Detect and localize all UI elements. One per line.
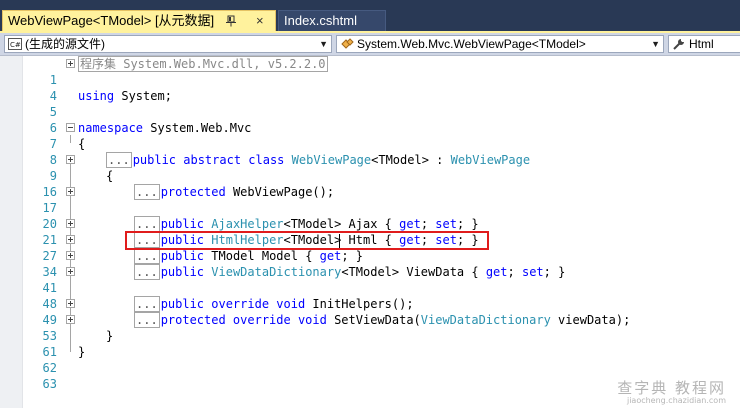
code-editor[interactable]: 1 程序集 System.Web.Mvc.dll, v5.2.2.0 4 5 u…	[0, 56, 740, 408]
collapsed-region[interactable]: ...	[106, 152, 132, 168]
code-line[interactable]: 34 ... public TModel Model { get; }	[0, 248, 740, 279]
watermark-url: jiaocheng.chazidian.com	[626, 396, 726, 405]
code-text: ... public abstract class WebViewPage<TMo…	[106, 152, 531, 168]
expand-icon[interactable]	[66, 219, 75, 228]
collapsed-region[interactable]: ...	[134, 184, 160, 200]
watermark-title: 查字典 教程网	[617, 379, 726, 397]
collapsed-region[interactable]: ...	[134, 264, 160, 280]
code-line[interactable]: 5 using System;	[0, 88, 740, 119]
collapsed-region[interactable]: ...	[134, 232, 160, 248]
code-line[interactable]: 41 ... public ViewDataDictionary<TModel> …	[0, 264, 740, 295]
csharp-file-icon: C#	[8, 38, 22, 50]
code-text: ... public AjaxHelper<TModel> Ajax { get;…	[134, 216, 479, 232]
code-line[interactable]: 7 namespace System.Web.Mvc	[0, 120, 740, 151]
expand-icon[interactable]	[66, 187, 75, 196]
text-caret	[339, 234, 340, 248]
collapsed-region[interactable]: ...	[134, 296, 160, 312]
watermark: 查字典 教程网 jiaocheng.chazidian.com	[617, 377, 726, 405]
member-label: Html	[689, 37, 714, 51]
code-text: ... public ViewDataDictionary<TModel> Vie…	[134, 264, 566, 280]
tab-label: WebViewPage<TModel> [从元数据]	[8, 13, 215, 28]
code-line[interactable]: 4	[0, 72, 740, 103]
type-dropdown[interactable]: System.Web.Mvc.WebViewPage<TModel> ▼	[336, 35, 664, 53]
collapsed-region[interactable]: ...	[134, 216, 160, 232]
svg-text:C#: C#	[10, 41, 21, 49]
code-text: ... public TModel Model { get; }	[134, 248, 364, 264]
member-dropdown[interactable]: Html	[668, 35, 740, 53]
code-line[interactable]: 16 {	[0, 168, 740, 199]
code-text: ... protected WebViewPage();	[134, 184, 335, 200]
code-line[interactable]: 6	[0, 104, 740, 135]
code-line[interactable]: 20	[0, 200, 740, 231]
code-line[interactable]: 49 ... public override void InitHelpers()…	[0, 296, 740, 327]
code-line[interactable]: 9 ... public abstract class WebViewPage<T…	[0, 152, 740, 183]
code-text: namespace System.Web.Mvc	[78, 121, 252, 135]
chevron-down-icon[interactable]: ▼	[651, 36, 660, 52]
type-label: System.Web.Mvc.WebViewPage<TModel>	[357, 37, 586, 51]
code-line[interactable]: 17 ... protected WebViewPage();	[0, 184, 740, 215]
code-text: }	[78, 345, 86, 359]
code-line[interactable]: 61 }	[0, 328, 740, 359]
collapsed-region[interactable]: 程序集 System.Web.Mvc.dll, v5.2.2.0	[78, 56, 328, 72]
code-text: {	[106, 169, 114, 183]
code-line[interactable]: 1 程序集 System.Web.Mvc.dll, v5.2.2.0	[0, 56, 740, 87]
code-line[interactable]: 63	[0, 360, 740, 391]
expand-icon[interactable]	[66, 251, 75, 260]
code-line[interactable]: 48	[0, 280, 740, 311]
tab-index-cshtml[interactable]: Index.cshtml	[278, 10, 386, 32]
expand-icon[interactable]	[66, 315, 75, 324]
class-icon	[341, 38, 354, 49]
pin-icon[interactable]	[225, 15, 237, 27]
navigation-bar: C# (生成的源文件) ▼ System.Web.Mvc.WebViewPage…	[0, 33, 740, 56]
collapsed-region[interactable]: ...	[134, 248, 160, 264]
document-tab-strip: WebViewPage<TModel> [从元数据] × Index.cshtm…	[0, 0, 740, 33]
expand-icon[interactable]	[66, 267, 75, 276]
project-label: (生成的源文件)	[25, 37, 105, 51]
line-number: 63	[42, 377, 57, 391]
collapsed-region[interactable]: ...	[134, 312, 160, 328]
code-line[interactable]: 27 ... public HtmlHelper<TModel> Html { g…	[0, 232, 740, 263]
wrench-icon	[673, 39, 684, 50]
code-text: ... public HtmlHelper<TModel> Html { get;…	[134, 232, 479, 248]
expand-icon[interactable]	[66, 59, 75, 68]
code-line[interactable]: 8 {	[0, 136, 740, 167]
expand-icon[interactable]	[66, 299, 75, 308]
collapse-icon[interactable]	[66, 123, 75, 132]
tab-label: Index.cshtml	[284, 13, 357, 28]
code-text: ... public override void InitHelpers();	[134, 296, 414, 312]
code-text: ... protected override void SetViewData(V…	[134, 312, 631, 328]
code-text: {	[78, 137, 86, 151]
project-dropdown[interactable]: C# (生成的源文件) ▼	[4, 35, 332, 53]
expand-icon[interactable]	[66, 235, 75, 244]
code-line[interactable]: 53 ... protected override void SetViewDat…	[0, 312, 740, 343]
code-line[interactable]: 62 }	[0, 344, 740, 375]
chevron-down-icon[interactable]: ▼	[319, 36, 328, 52]
code-line[interactable]: 21 ... public AjaxHelper<TModel> Ajax { g…	[0, 216, 740, 247]
code-text: using System;	[78, 89, 172, 103]
expand-icon[interactable]	[66, 155, 75, 164]
code-text: }	[106, 329, 114, 343]
tab-webviewpage[interactable]: WebViewPage<TModel> [从元数据] ×	[2, 10, 276, 32]
close-tab-icon[interactable]: ×	[256, 11, 264, 31]
